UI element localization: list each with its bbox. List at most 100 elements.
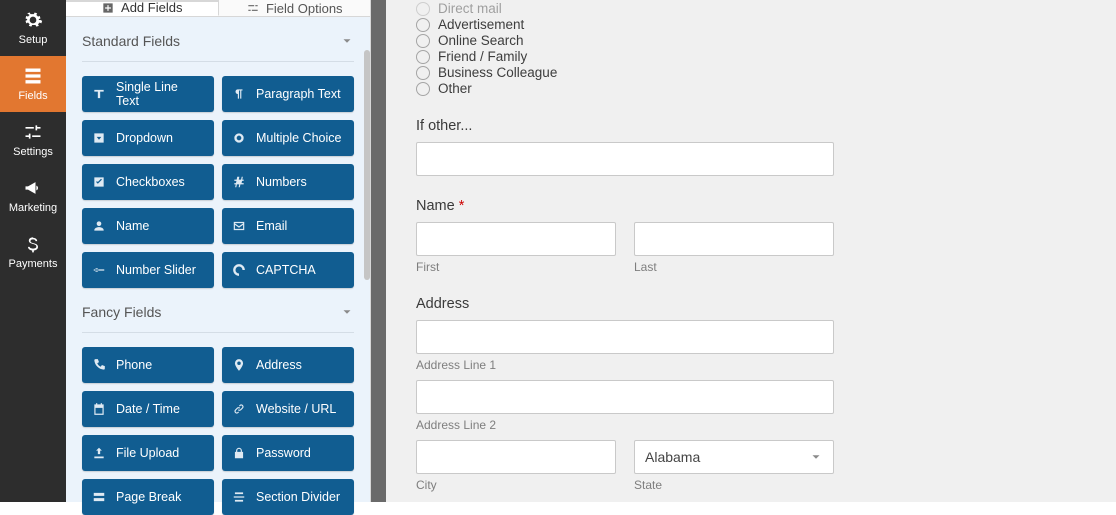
field-label: Name bbox=[116, 219, 149, 233]
section-header[interactable]: Standard Fields bbox=[82, 31, 354, 62]
field-button[interactable]: Dropdown bbox=[82, 120, 214, 156]
sub-label: First bbox=[416, 260, 616, 274]
sub-label: Address Line 1 bbox=[416, 358, 834, 372]
field-button[interactable]: Single Line Text bbox=[82, 76, 214, 112]
field-button[interactable]: Paragraph Text bbox=[222, 76, 354, 112]
field-button[interactable]: Website / URL bbox=[222, 391, 354, 427]
tab-label: Add Fields bbox=[121, 0, 182, 15]
field-label: Date / Time bbox=[116, 402, 180, 416]
field-label: Number Slider bbox=[116, 263, 196, 277]
gear-icon bbox=[23, 10, 43, 30]
lock-icon bbox=[232, 446, 246, 460]
section-title: Standard Fields bbox=[82, 33, 180, 49]
radio-option[interactable]: Advertisement bbox=[416, 17, 1116, 32]
pin-icon bbox=[232, 358, 246, 372]
add-fields-icon bbox=[101, 1, 115, 15]
sidebar-scrollbar[interactable] bbox=[364, 50, 370, 280]
section-title: Fancy Fields bbox=[82, 304, 161, 320]
user-icon bbox=[92, 219, 106, 233]
field-grid: Single Line Text Paragraph Text Dropdown Mu… bbox=[82, 76, 354, 288]
section-header[interactable]: Fancy Fields bbox=[82, 302, 354, 333]
text-icon bbox=[92, 87, 106, 101]
tab-field-options[interactable]: Field Options bbox=[219, 0, 371, 16]
sub-label: Last bbox=[634, 260, 834, 274]
first-name-input[interactable] bbox=[416, 222, 616, 256]
nav-payments[interactable]: Payments bbox=[0, 224, 66, 280]
radio-icon bbox=[416, 66, 430, 80]
form-preview: Direct mailAdvertisementOnline SearchFri… bbox=[371, 0, 1116, 502]
field-label: Website / URL bbox=[256, 402, 336, 416]
field-button[interactable]: Name bbox=[82, 208, 214, 244]
address-line2-input[interactable] bbox=[416, 380, 834, 414]
radio-field: Direct mailAdvertisementOnline SearchFri… bbox=[416, 1, 1116, 96]
address-field: Address Address Line 1 Address Line 2 Ci… bbox=[416, 296, 834, 492]
field-button[interactable]: Section Divider bbox=[222, 479, 354, 515]
check-icon bbox=[92, 175, 106, 189]
phone-icon bbox=[92, 358, 106, 372]
field-button[interactable]: Checkboxes bbox=[82, 164, 214, 200]
field-button[interactable]: Numbers bbox=[222, 164, 354, 200]
state-value: Alabama bbox=[645, 449, 700, 465]
radio-icon bbox=[416, 18, 430, 32]
address-line1-input[interactable] bbox=[416, 320, 834, 354]
mail-icon bbox=[232, 219, 246, 233]
radio-label: Advertisement bbox=[438, 17, 524, 32]
bullhorn-icon bbox=[23, 178, 43, 198]
city-input[interactable] bbox=[416, 440, 616, 474]
main-nav: Setup Fields Settings Marketing Payments bbox=[0, 0, 66, 502]
field-button[interactable]: Email bbox=[222, 208, 354, 244]
link-icon bbox=[232, 402, 246, 416]
field-button[interactable]: Address bbox=[222, 347, 354, 383]
hash-icon bbox=[232, 175, 246, 189]
field-grid: Phone Address Date / Time Website / URL File… bbox=[82, 347, 354, 515]
field-label: Email bbox=[256, 219, 287, 233]
sub-label: Address Line 2 bbox=[416, 418, 834, 432]
nav-label: Setup bbox=[19, 34, 48, 46]
field-button[interactable]: Page Break bbox=[82, 479, 214, 515]
radio-option[interactable]: Business Colleague bbox=[416, 65, 1116, 80]
nav-marketing[interactable]: Marketing bbox=[0, 168, 66, 224]
tab-label: Field Options bbox=[266, 1, 343, 16]
field-label: Address bbox=[256, 358, 302, 372]
sub-label: State bbox=[634, 478, 834, 492]
field-button[interactable]: Date / Time bbox=[82, 391, 214, 427]
nav-fields[interactable]: Fields bbox=[0, 56, 66, 112]
nav-label: Fields bbox=[18, 90, 47, 102]
nav-setup[interactable]: Setup bbox=[0, 0, 66, 56]
field-button[interactable]: CAPTCHA bbox=[222, 252, 354, 288]
sliders-icon bbox=[23, 122, 43, 142]
field-button[interactable]: Phone bbox=[82, 347, 214, 383]
nav-settings[interactable]: Settings bbox=[0, 112, 66, 168]
name-label-text: Name bbox=[416, 198, 455, 214]
radio-label: Other bbox=[438, 81, 472, 96]
caret-down-sq-icon bbox=[92, 131, 106, 145]
upload-icon bbox=[92, 446, 106, 460]
radio-label: Online Search bbox=[438, 33, 524, 48]
field-label: Password bbox=[256, 446, 311, 460]
if-other-input[interactable] bbox=[416, 142, 834, 176]
captcha-icon bbox=[232, 263, 246, 277]
field-button[interactable]: Multiple Choice bbox=[222, 120, 354, 156]
nav-label: Settings bbox=[13, 146, 53, 158]
field-button[interactable]: Number Slider bbox=[82, 252, 214, 288]
radio-option[interactable]: Other bbox=[416, 81, 1116, 96]
radio-option[interactable]: Friend / Family bbox=[416, 49, 1116, 64]
radio-option[interactable]: Direct mail bbox=[416, 1, 1116, 16]
tab-add-fields[interactable]: Add Fields bbox=[66, 0, 219, 16]
last-name-input[interactable] bbox=[634, 222, 834, 256]
field-label: Dropdown bbox=[116, 131, 173, 145]
field-section: Fancy Fields Phone Address Date / Time Websi… bbox=[66, 288, 370, 515]
field-button[interactable]: File Upload bbox=[82, 435, 214, 471]
radio-icon bbox=[416, 34, 430, 48]
field-label: Paragraph Text bbox=[256, 87, 341, 101]
field-button[interactable]: Password bbox=[222, 435, 354, 471]
radio-option[interactable]: Online Search bbox=[416, 33, 1116, 48]
sidebar-tabs: Add Fields Field Options bbox=[66, 0, 370, 17]
fields-sidebar: Add Fields Field Options Standard Fields… bbox=[66, 0, 371, 502]
field-label: Numbers bbox=[256, 175, 307, 189]
field-label: Phone bbox=[116, 358, 152, 372]
pilcrow-icon bbox=[232, 87, 246, 101]
field-options-icon bbox=[246, 1, 260, 15]
name-field: Name * First Last bbox=[416, 198, 834, 274]
state-select[interactable]: Alabama bbox=[634, 440, 834, 474]
